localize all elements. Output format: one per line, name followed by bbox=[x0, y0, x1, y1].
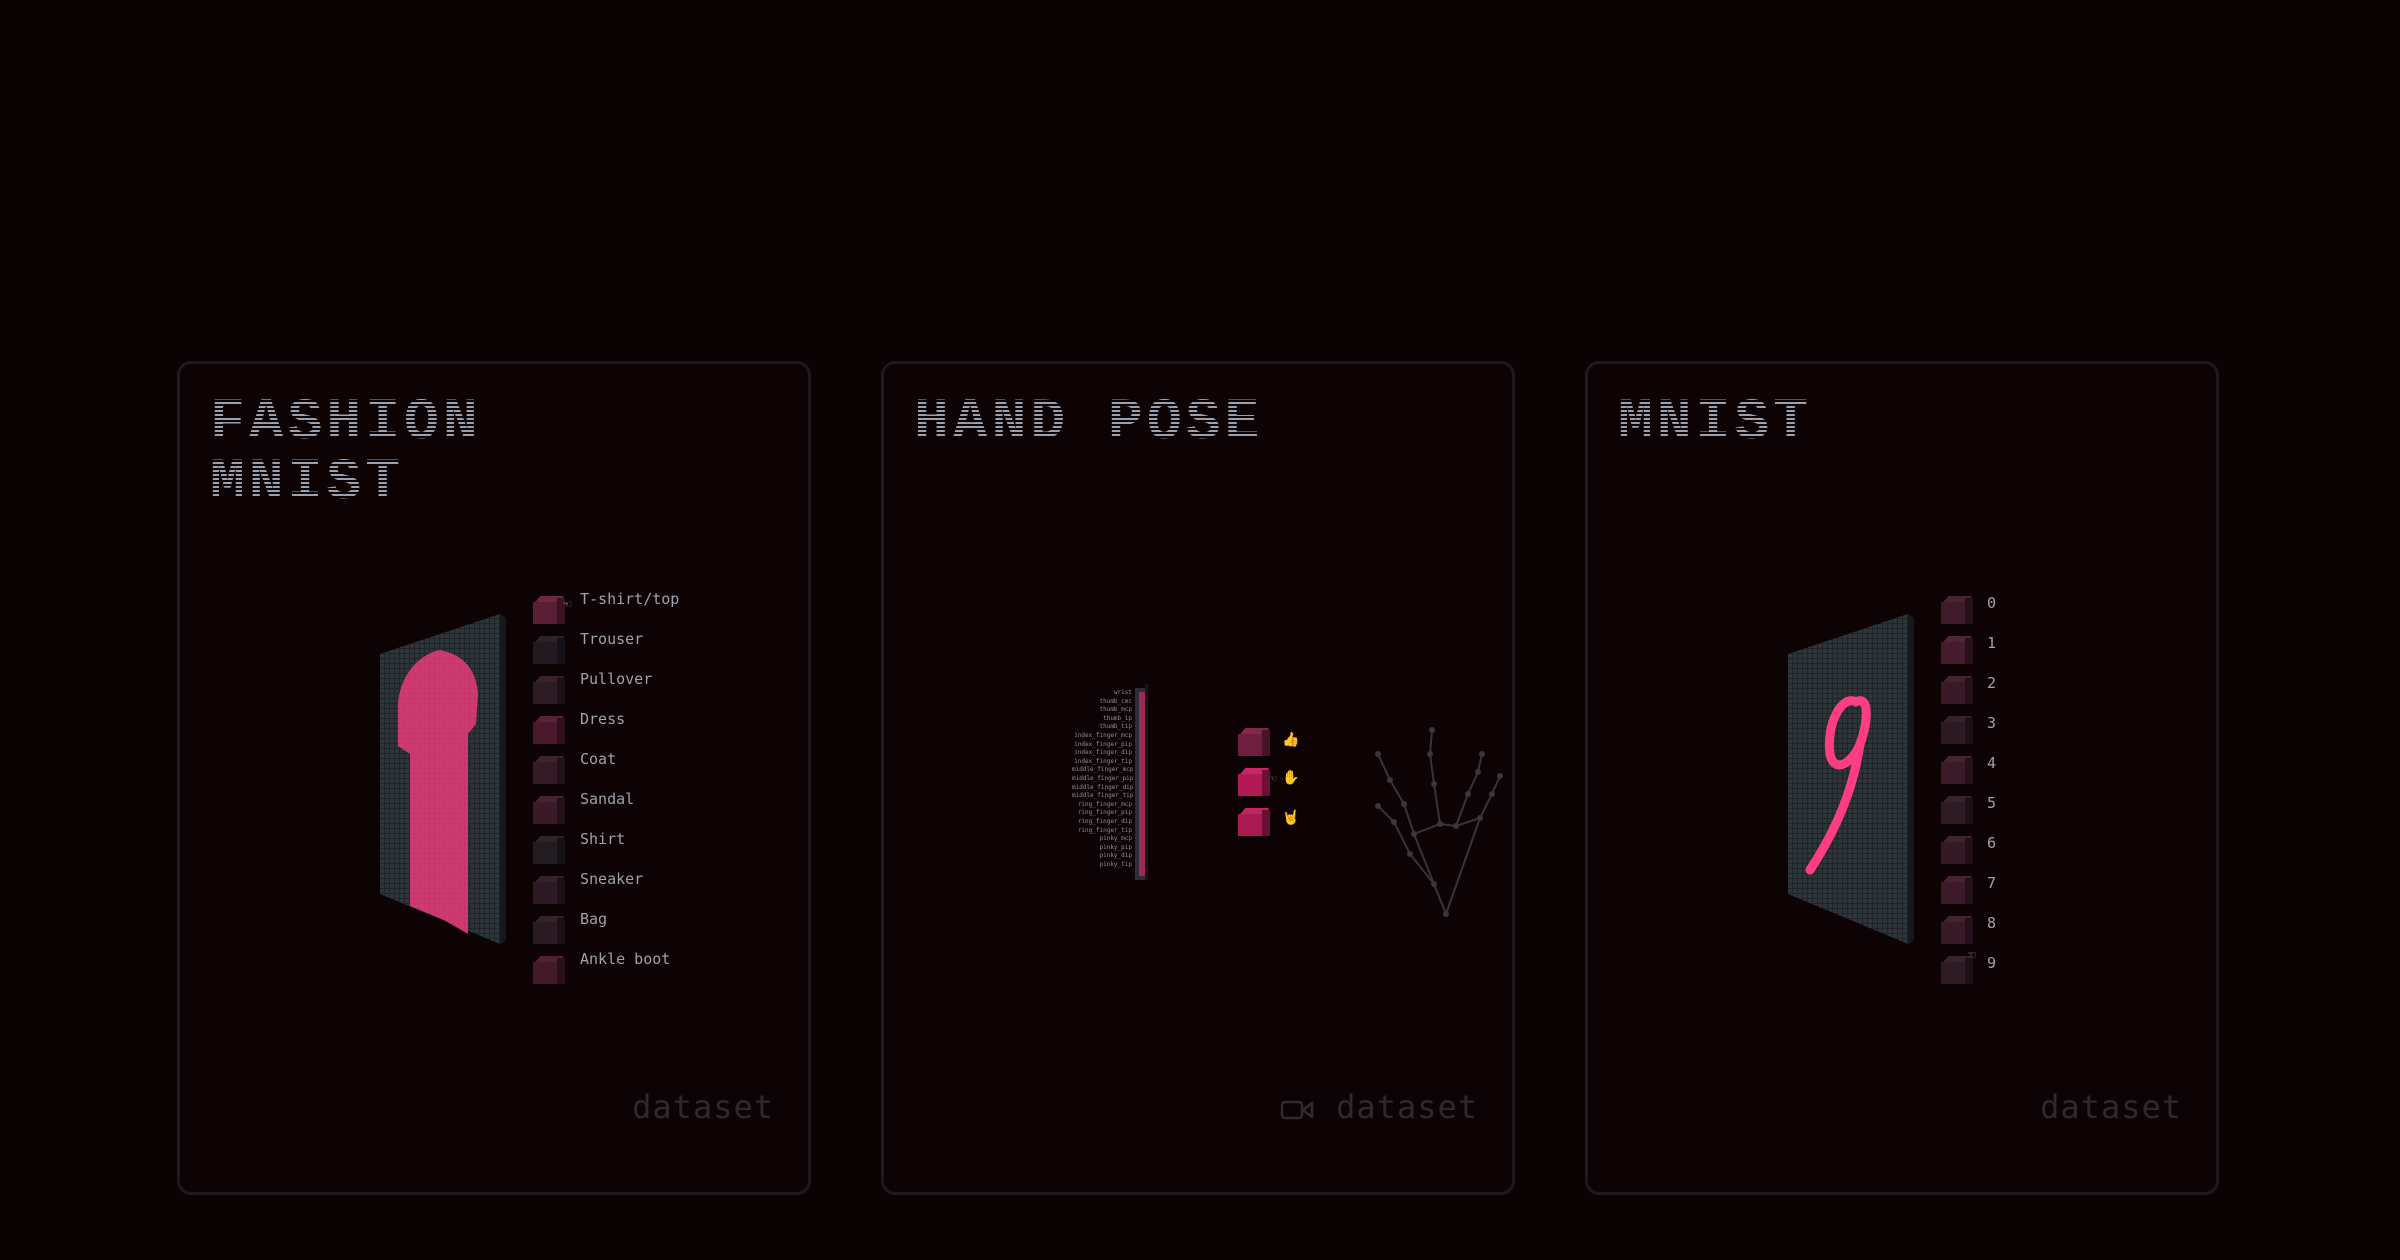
card-title: FASHION MNIST bbox=[210, 391, 482, 516]
keypoint-label: thumb_ip bbox=[1103, 714, 1132, 722]
keypoint-labels: wrist thumb_cmc thumb_mcp thumb_ip thumb_tip… bbox=[1072, 689, 1134, 869]
class-labels: 0 1 2 3 4 5 6 7 8 9 bbox=[1987, 592, 1996, 992]
class-label: 4 bbox=[1987, 754, 1997, 772]
class-label: 2 bbox=[1987, 674, 1997, 692]
class-label: 7 bbox=[1987, 874, 1997, 892]
input-layer-grid bbox=[1788, 614, 1914, 944]
output-neuron bbox=[1238, 728, 1270, 756]
output-neuron bbox=[533, 836, 565, 864]
keypoint-label: ring_finger_pip bbox=[1077, 809, 1132, 817]
keypoint-label: thumb_tip bbox=[1099, 723, 1132, 731]
keypoint-label: middle_finger_dip bbox=[1072, 783, 1134, 791]
dataset-label: dataset bbox=[632, 1088, 774, 1126]
class-label: 0 bbox=[1987, 594, 1997, 612]
hand-pointer-icon: ☜ bbox=[563, 597, 572, 613]
output-neuron bbox=[533, 756, 565, 784]
output-neuron bbox=[533, 596, 565, 624]
keypoint-label: pinky_dip bbox=[1099, 852, 1132, 860]
class-label: 9 bbox=[1987, 954, 1997, 972]
output-neuron bbox=[1941, 796, 1973, 824]
keypoint-label: wrist bbox=[1113, 689, 1132, 696]
keypoint-label: thumb_cmc bbox=[1099, 697, 1132, 705]
output-neuron bbox=[1238, 768, 1270, 796]
keypoint-label: pinky_tip bbox=[1099, 860, 1132, 868]
output-neuron bbox=[1238, 808, 1270, 836]
hand-pointer-icon: ☜ bbox=[1968, 948, 1976, 963]
keypoint-label: index_finger_dip bbox=[1074, 749, 1132, 757]
class-label: Trouser bbox=[580, 630, 644, 648]
output-layer bbox=[1941, 596, 1981, 1006]
output-neuron bbox=[1941, 756, 1973, 784]
keypoint-label: index_finger_tip bbox=[1074, 757, 1132, 765]
class-label: Ankle boot bbox=[580, 950, 671, 968]
keypoint-label: middle_finger_pip bbox=[1072, 774, 1134, 782]
output-layer bbox=[533, 596, 573, 1006]
keypoint-label: index_finger_pip bbox=[1074, 740, 1132, 748]
hand-skeleton bbox=[1375, 727, 1503, 917]
class-label: 1 bbox=[1987, 634, 1997, 652]
output-neuron bbox=[1941, 596, 1973, 624]
output-neuron bbox=[533, 916, 565, 944]
class-label: Dress bbox=[580, 710, 626, 728]
logo-line-2: NET bbox=[46, 132, 225, 231]
video-camera-icon[interactable] bbox=[1280, 1098, 1314, 1122]
keypoint-label: pinky_pip bbox=[1099, 843, 1132, 851]
hand-pointer-icon: ☜ bbox=[1270, 772, 1277, 785]
card-title: MNIST bbox=[1618, 391, 1813, 456]
output-neuron bbox=[1941, 876, 1973, 904]
class-label: Sneaker bbox=[580, 870, 644, 888]
output-neuron bbox=[1941, 836, 1973, 864]
keypoint-label: middle_finger_mcp bbox=[1072, 766, 1134, 774]
class-label: 8 bbox=[1987, 914, 1997, 932]
class-label: Bag bbox=[580, 910, 608, 928]
keypoint-label: middle_finger_tip bbox=[1072, 792, 1134, 800]
output-neuron bbox=[533, 676, 565, 704]
keypoint-label: ring_finger_tip bbox=[1077, 826, 1132, 834]
class-label: Coat bbox=[580, 750, 617, 768]
class-label: Sandal bbox=[580, 790, 635, 808]
keypoint-input-column bbox=[1135, 684, 1148, 880]
output-neuron bbox=[533, 876, 565, 904]
thumbs-up-icon: 👍 bbox=[1282, 732, 1300, 748]
output-neuron bbox=[1941, 716, 1973, 744]
output-neuron bbox=[1941, 676, 1973, 704]
class-label: 5 bbox=[1987, 794, 1997, 812]
card-fashion-mnist[interactable]: FASHION MNIST ☜ T-shirt/top Trouser Pull… bbox=[177, 361, 811, 1195]
class-label: Shirt bbox=[580, 830, 626, 848]
rock-sign-icon: 🤘 bbox=[1282, 810, 1300, 826]
open-palm-icon: ✋ bbox=[1282, 770, 1300, 786]
dataset-label: dataset bbox=[1336, 1088, 1478, 1126]
dataset-label: dataset bbox=[2040, 1088, 2182, 1126]
card-hand-pose[interactable]: HAND POSE wrist thumb_cmc thumb_mcp thumb_i… bbox=[881, 361, 1515, 1195]
class-label: 6 bbox=[1987, 834, 1997, 852]
keypoint-label: pinky_mcp bbox=[1099, 835, 1132, 843]
keypoint-label: index_finger_mcp bbox=[1074, 731, 1132, 739]
class-label: Pullover bbox=[580, 670, 653, 688]
input-layer-grid bbox=[380, 614, 506, 944]
output-neuron bbox=[533, 716, 565, 744]
output-neuron bbox=[533, 956, 565, 984]
keypoint-label: ring_finger_mcp bbox=[1077, 800, 1132, 808]
output-neuron bbox=[533, 796, 565, 824]
card-mnist[interactable]: MNIST ☜ 0 1 2 3 4 5 6 7 8 9 dataset bbox=[1585, 361, 2219, 1195]
output-neuron bbox=[1941, 636, 1973, 664]
class-label: 3 bbox=[1987, 714, 1997, 732]
card-title: HAND POSE bbox=[914, 391, 1264, 456]
logo-line-3: VIS bbox=[46, 224, 225, 323]
logo-line-1: NEURAL bbox=[46, 40, 404, 139]
keypoint-label: thumb_mcp bbox=[1099, 706, 1132, 714]
keypoint-label: ring_finger_dip bbox=[1077, 817, 1132, 825]
class-labels: T-shirt/top Trouser Pullover Dress Coat … bbox=[580, 588, 679, 988]
output-neuron bbox=[533, 636, 565, 664]
class-label: T-shirt/top bbox=[580, 590, 680, 608]
app-logo: NEURAL NET VIS bbox=[46, 44, 387, 320]
output-neuron bbox=[1941, 916, 1973, 944]
gesture-output-layer bbox=[1238, 728, 1278, 848]
